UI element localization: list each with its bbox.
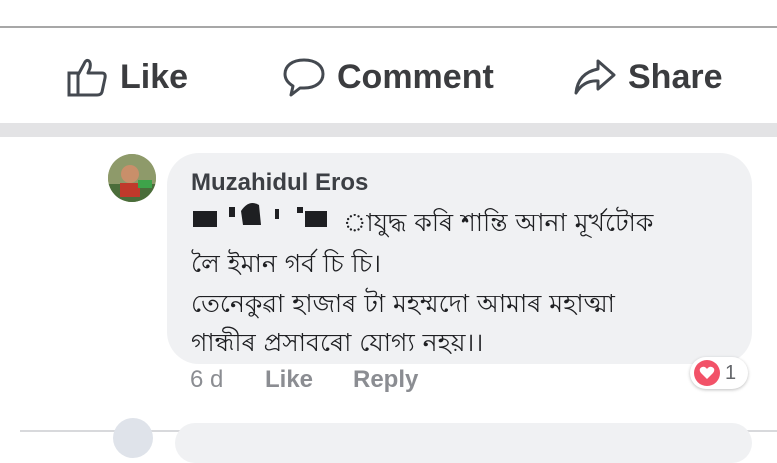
- like-button-label: Like: [120, 57, 189, 96]
- share-button[interactable]: Share: [572, 52, 723, 102]
- next-comment-bubble: [175, 423, 752, 463]
- comment-text-line-3: তেনেকুৱা হাজাৰ টা মহম্মদো আমাৰ মহাত্মা: [191, 289, 615, 318]
- thumbs-up-icon: [66, 55, 110, 99]
- next-comment-avatar[interactable]: [113, 418, 153, 458]
- comment-text-line-4: গান্ধীৰ প্ৰসাবৰো যোগ্য নহয়।।: [191, 328, 484, 357]
- speech-bubble-icon: [281, 55, 327, 99]
- share-arrow-icon: [572, 55, 618, 99]
- comment-text-line-1: াযুদ্ধ কৰি শান্তি আনা মূৰ্খটোক: [343, 208, 654, 237]
- comment-reply-link[interactable]: Reply: [353, 366, 418, 394]
- post-action-bar: Like Comment Share: [0, 40, 777, 120]
- reaction-count: 1: [725, 361, 737, 384]
- comment-bubble: Muzahidul Eros াযুদ্ধ কৰি শান্তি আনা মূৰ…: [167, 153, 752, 364]
- comment-button[interactable]: Comment: [281, 52, 494, 102]
- share-button-label: Share: [628, 57, 723, 96]
- heart-icon: [694, 360, 720, 386]
- like-button[interactable]: Like: [66, 52, 188, 102]
- top-divider: [0, 26, 777, 28]
- reaction-summary[interactable]: 1: [690, 357, 748, 389]
- comment-button-label: Comment: [337, 57, 494, 96]
- comment-text-line-2: লৈ ইমান গৰ্ব চি চি।: [191, 249, 382, 278]
- avatar[interactable]: [108, 154, 156, 202]
- section-divider: [0, 123, 777, 137]
- comment-like-link[interactable]: Like: [265, 366, 313, 394]
- comment-author[interactable]: Muzahidul Eros: [191, 169, 368, 197]
- redacted-text-mark: [193, 203, 327, 227]
- comment-timestamp[interactable]: 6 d: [190, 366, 223, 394]
